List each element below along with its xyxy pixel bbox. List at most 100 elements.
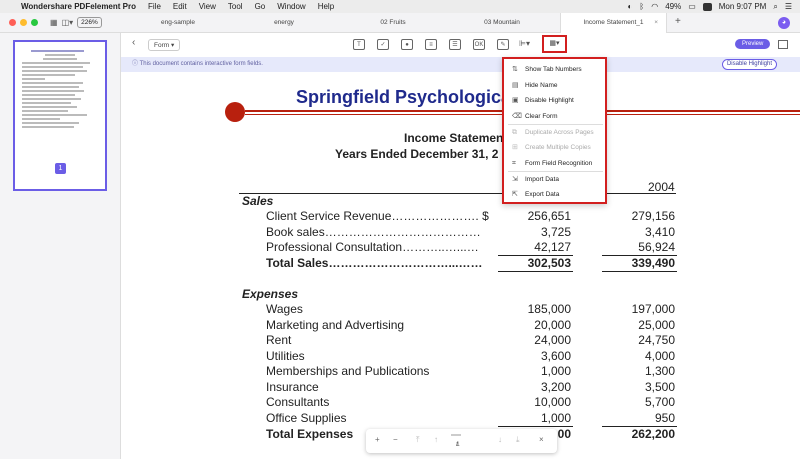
menu-help[interactable]: Help — [318, 0, 334, 13]
tab-income-statement[interactable]: Income Statement_1 × — [560, 13, 667, 33]
total-sales-value[interactable]: 302,503 — [528, 256, 571, 270]
expense-row-value: 25,000 — [638, 318, 675, 332]
menu-item-label: Create Multiple Copies — [525, 144, 591, 151]
button-field-icon[interactable]: OK — [473, 39, 485, 50]
form-toolbar: ‹ Form ▾ T ✓ ● ≡ ☰ OK ✎ ⊫▾ ▦▾ Preview — [121, 33, 800, 57]
first-page-icon[interactable]: ⤒ — [416, 435, 420, 445]
list-box-icon[interactable]: ☰ — [449, 39, 461, 50]
control-center-icon[interactable]: ☰ — [785, 0, 792, 13]
zoom-in-button[interactable]: + — [375, 435, 380, 444]
expense-row-value[interactable]: 1,000 — [541, 411, 571, 425]
right-panel-icon[interactable] — [778, 40, 788, 49]
align-icon[interactable]: ⊫▾ — [519, 39, 530, 48]
menu-tool[interactable]: Tool — [228, 0, 243, 13]
total-rule — [498, 271, 573, 272]
total-sales-label: Total Sales…………………………...…… — [266, 256, 483, 270]
tab-03-mountain[interactable]: 03 Mountain — [452, 13, 552, 33]
menu-item-disable-highlight[interactable]: ▣ Disable Highlight — [508, 93, 603, 108]
menu-view[interactable]: View — [199, 0, 216, 13]
expense-row-value: 197,000 — [631, 302, 675, 316]
menu-item-label: Show Tab Numbers — [525, 66, 582, 73]
menu-item-label: Hide Name — [525, 82, 558, 89]
expense-row-value: 4,000 — [644, 349, 675, 363]
bluetooth-icon[interactable]: ᛒ — [639, 0, 644, 13]
sales-row-value[interactable]: 3,725 — [541, 225, 571, 239]
search-icon[interactable]: ⌕ — [773, 0, 777, 13]
menu-item-create-multiple-copies: ⊞ Create Multiple Copies — [508, 140, 603, 155]
menu-edit[interactable]: Edit — [173, 0, 187, 13]
menu-item-label: Disable Highlight — [525, 97, 574, 104]
expense-row-value[interactable]: 3,600 — [541, 349, 571, 363]
menu-window[interactable]: Window — [277, 0, 305, 13]
close-nav-button[interactable]: × — [539, 435, 544, 444]
copies-icon: ⊞ — [512, 144, 518, 151]
input-source-icon[interactable] — [702, 2, 712, 11]
sales-row-value[interactable]: 42,127 — [534, 240, 571, 254]
menu-go[interactable]: Go — [255, 0, 266, 13]
tab-energy[interactable]: energy — [234, 13, 334, 33]
wifi-icon[interactable]: ◠ — [651, 0, 658, 13]
menu-file[interactable]: File — [148, 0, 161, 13]
combo-box-icon[interactable]: ≡ — [425, 39, 437, 50]
expense-row-label: Consultants — [266, 395, 330, 409]
avatar[interactable]: ◕ — [778, 17, 790, 29]
menu-item-form-field-recognition[interactable]: ⌗ Form Field Recognition — [508, 156, 603, 171]
zoom-window-button[interactable] — [31, 19, 38, 26]
sales-row-label: Client Service Revenue…………………. $ — [266, 209, 489, 223]
form-notice-bar: ⓘ This document contains interactive for… — [121, 57, 800, 72]
expense-row-label: Rent — [266, 333, 292, 347]
text-field-icon[interactable]: T — [353, 39, 365, 50]
expense-row-value[interactable]: 20,000 — [534, 318, 571, 332]
app-name[interactable]: Wondershare PDFelement Pro — [21, 0, 136, 13]
table-top-rule — [239, 193, 676, 194]
form-mode-select[interactable]: Form ▾ — [148, 39, 181, 51]
preview-button[interactable]: Preview — [735, 39, 771, 49]
minimize-window-button[interactable] — [20, 19, 27, 26]
import-icon: ⇲ — [512, 176, 518, 183]
menu-item-label: Duplicate Across Pages — [525, 129, 594, 136]
expense-row-value[interactable]: 10,000 — [534, 395, 571, 409]
menu-item-import-data[interactable]: ⇲ Import Data — [508, 172, 603, 187]
disable-highlight-button[interactable]: Disable Highlight — [721, 59, 777, 70]
battery-icon[interactable]: ▭ — [688, 0, 696, 13]
tab-02-fruits[interactable]: 02 Fruits — [343, 13, 443, 33]
expense-row-value[interactable]: 3,200 — [541, 380, 571, 394]
expenses-header: Expenses — [242, 287, 299, 301]
back-icon[interactable]: ‹ — [132, 37, 135, 48]
menu-item-export-data[interactable]: ⇱ Export Data — [508, 187, 603, 202]
clock[interactable]: Mon 9:07 PM — [719, 0, 767, 13]
recognition-icon: ⌗ — [512, 160, 516, 167]
sidebar-toggle-icon[interactable]: ◫▾ — [62, 18, 74, 27]
zoom-out-button[interactable]: − — [393, 435, 398, 444]
prev-page-icon[interactable]: ↑ — [434, 435, 438, 444]
menu-item-clear-form[interactable]: ⌫ Clear Form — [508, 109, 603, 124]
batch-process-button[interactable]: ▦▾ — [542, 35, 567, 53]
total-rule — [602, 271, 677, 272]
checkbox-icon[interactable]: ✓ — [377, 39, 389, 50]
close-window-button[interactable] — [9, 19, 16, 26]
expense-row-value: 3,500 — [644, 380, 675, 394]
menu-item-hide-name[interactable]: ▤ Hide Name — [508, 78, 603, 93]
form-mode-label: Form — [154, 42, 170, 49]
new-tab-button[interactable]: + — [675, 16, 681, 27]
sales-row-value: 3,410 — [644, 225, 675, 239]
menu-item-show-tab-numbers[interactable]: ⇅ Show Tab Numbers — [508, 62, 603, 77]
zoom-select[interactable]: 226% — [77, 17, 102, 28]
expense-row-value[interactable]: 24,000 — [534, 333, 571, 347]
grid-view-icon[interactable]: ▦ — [50, 18, 58, 27]
status-icon[interactable]: ◐ — [628, 0, 633, 13]
radio-button-icon[interactable]: ● — [401, 39, 413, 50]
next-page-icon[interactable]: ↓ — [498, 435, 502, 444]
tab-numbers-icon: ⇅ — [512, 66, 518, 73]
tab-eng-sample[interactable]: eng-sample — [128, 13, 228, 33]
expense-row-value[interactable]: 185,000 — [528, 302, 571, 316]
close-tab-icon[interactable]: × — [654, 13, 658, 33]
sales-row-value[interactable]: 256,651 — [528, 209, 571, 223]
expense-row-value[interactable]: 1,000 — [541, 364, 571, 378]
signature-field-icon[interactable]: ✎ — [497, 39, 509, 50]
thumbnail-sidebar: 1 — [0, 33, 121, 459]
notice-text: This document contains interactive form … — [139, 61, 263, 67]
last-page-icon[interactable]: ⤓ — [516, 435, 520, 445]
page-input[interactable]: 1 / 1 — [451, 434, 461, 448]
menu-item-duplicate-across-pages: ⧉ Duplicate Across Pages — [508, 125, 603, 140]
